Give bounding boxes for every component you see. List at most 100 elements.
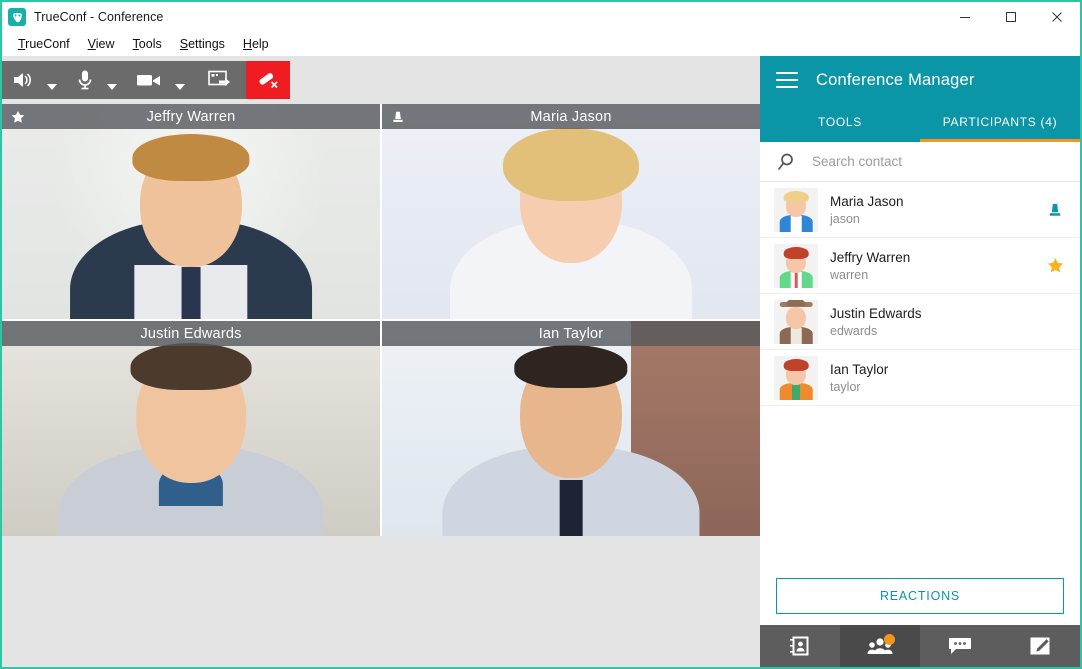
star-icon [10, 109, 26, 125]
podium-icon [390, 109, 406, 125]
maximize-button[interactable] [988, 2, 1034, 32]
person-hair [514, 344, 628, 388]
conference-manager-header: Conference Manager TOOLS PARTICIPANTS (4… [760, 56, 1080, 142]
participants-button[interactable] [840, 625, 920, 667]
search-input[interactable] [812, 154, 1052, 169]
conference-manager-titlebar: Conference Manager [760, 56, 1080, 104]
trueconf-logo-icon [8, 8, 26, 26]
screen-share-icon [208, 70, 230, 86]
menu-tools[interactable]: Tools [125, 35, 170, 53]
menu-trueconf[interactable]: TrueConf [10, 35, 78, 53]
participant-name: Jeffry Warren [830, 249, 911, 265]
minimize-button[interactable] [942, 2, 988, 32]
person-hair [132, 134, 250, 182]
participant-info: Justin Edwards edwards [830, 306, 1044, 338]
window-title: TrueConf - Conference [34, 10, 164, 24]
camera-icon [137, 75, 160, 86]
video-tile-maria-jason[interactable]: Maria Jason [382, 104, 760, 319]
menu-view-rest: iew [95, 37, 115, 51]
participant-row-maria-jason[interactable]: Maria Jason jason [760, 182, 1080, 238]
camera-button[interactable] [126, 61, 172, 99]
title-bar: TrueConf - Conference [2, 2, 1080, 32]
chat-icon [949, 638, 971, 654]
tab-participants[interactable]: PARTICIPANTS (4) [920, 104, 1080, 142]
person-figure [2, 104, 380, 319]
menu-settings[interactable]: Settings [172, 35, 233, 53]
microphone-button[interactable] [66, 61, 104, 99]
chat-button[interactable] [920, 625, 1000, 667]
star-icon[interactable] [1044, 257, 1066, 274]
tab-tools[interactable]: TOOLS [760, 104, 920, 142]
conference-manager-tabs: TOOLS PARTICIPANTS (4) [760, 104, 1080, 142]
menu-settings-rest: ettings [188, 37, 225, 51]
participant-login: taylor [830, 379, 861, 394]
maximize-icon [1006, 12, 1016, 22]
participants-badge-dot [884, 634, 895, 645]
menu-help-rest: elp [251, 37, 269, 51]
window-controls [942, 2, 1080, 32]
participant-login: edwards [830, 323, 878, 338]
speaker-dropdown-button[interactable] [44, 61, 66, 99]
call-toolbar-wrap [2, 56, 760, 104]
video-pane: Jeffry Warren Maria Jason Justin Edwards… [2, 56, 760, 667]
video-tile-jeffry-warren[interactable]: Jeffry Warren [2, 104, 380, 319]
person-tie [181, 267, 201, 319]
menu-help[interactable]: Help [235, 35, 277, 53]
microphone-dropdown-button[interactable] [104, 61, 126, 99]
hangup-icon [259, 73, 278, 89]
participant-name: Justin Edwards [830, 305, 922, 321]
participant-row-justin-edwards[interactable]: Justin Edwards edwards [760, 294, 1080, 350]
close-button[interactable] [1034, 2, 1080, 32]
video-feed [2, 321, 380, 536]
tile-participant-name: Maria Jason [530, 108, 612, 125]
microphone-icon [78, 70, 92, 90]
video-tile-ian-taylor[interactable]: Ian Taylor [382, 321, 760, 536]
camera-dropdown-button[interactable] [172, 61, 194, 99]
person-figure [382, 104, 760, 319]
address-book-button[interactable] [760, 625, 840, 667]
podium-icon[interactable] [1044, 202, 1066, 218]
menu-help-mnemonic: H [242, 37, 252, 51]
tile-participant-name: Justin Edwards [140, 325, 242, 342]
participant-row-jeffry-warren[interactable]: Jeffry Warren warren [760, 238, 1080, 294]
participants-list: Maria Jason jason Jeffry Warren warren J… [760, 182, 1080, 567]
tile-label: Ian Taylor [382, 321, 760, 346]
search-row [760, 142, 1080, 182]
video-tile-justin-edwards[interactable]: Justin Edwards [2, 321, 380, 536]
avatar [774, 187, 818, 232]
menu-trueconf-rest: rueConf [25, 37, 70, 51]
speaker-icon [14, 73, 31, 87]
hamburger-icon[interactable] [776, 72, 798, 88]
participant-info: Maria Jason jason [830, 194, 1044, 226]
menu-view[interactable]: View [80, 35, 123, 53]
video-feed [382, 104, 760, 319]
participant-row-ian-taylor[interactable]: Ian Taylor taylor [760, 350, 1080, 406]
speaker-button[interactable] [2, 61, 44, 99]
conference-manager-title: Conference Manager [816, 70, 975, 89]
menu-view-mnemonic: V [87, 37, 96, 51]
video-grid: Jeffry Warren Maria Jason Justin Edwards… [2, 104, 760, 536]
whiteboard-button[interactable] [1000, 625, 1080, 667]
menu-bar: TrueConf View Tools Settings Help [2, 32, 1080, 56]
chevron-down-icon [107, 84, 117, 90]
reactions-row: REACTIONS [760, 567, 1080, 625]
hangup-button[interactable] [246, 61, 290, 99]
person-tie [559, 480, 583, 536]
reactions-button[interactable]: REACTIONS [776, 578, 1064, 614]
app-body: Jeffry Warren Maria Jason Justin Edwards… [2, 56, 1080, 667]
tile-label: Maria Jason [382, 104, 760, 129]
tile-participant-name: Jeffry Warren [146, 108, 236, 125]
screen-share-button[interactable] [194, 61, 246, 99]
video-pane-filler [2, 536, 760, 667]
whiteboard-icon [1030, 637, 1050, 655]
person-figure [2, 321, 380, 536]
participant-name: Ian Taylor [830, 361, 889, 377]
menu-settings-mnemonic: S [179, 37, 189, 51]
video-feed [382, 321, 760, 536]
menu-tools-rest: ools [138, 37, 162, 51]
search-icon [760, 152, 812, 172]
person-figure [382, 321, 760, 536]
avatar [774, 355, 818, 400]
person-hair [502, 127, 640, 201]
close-icon [1052, 12, 1062, 22]
